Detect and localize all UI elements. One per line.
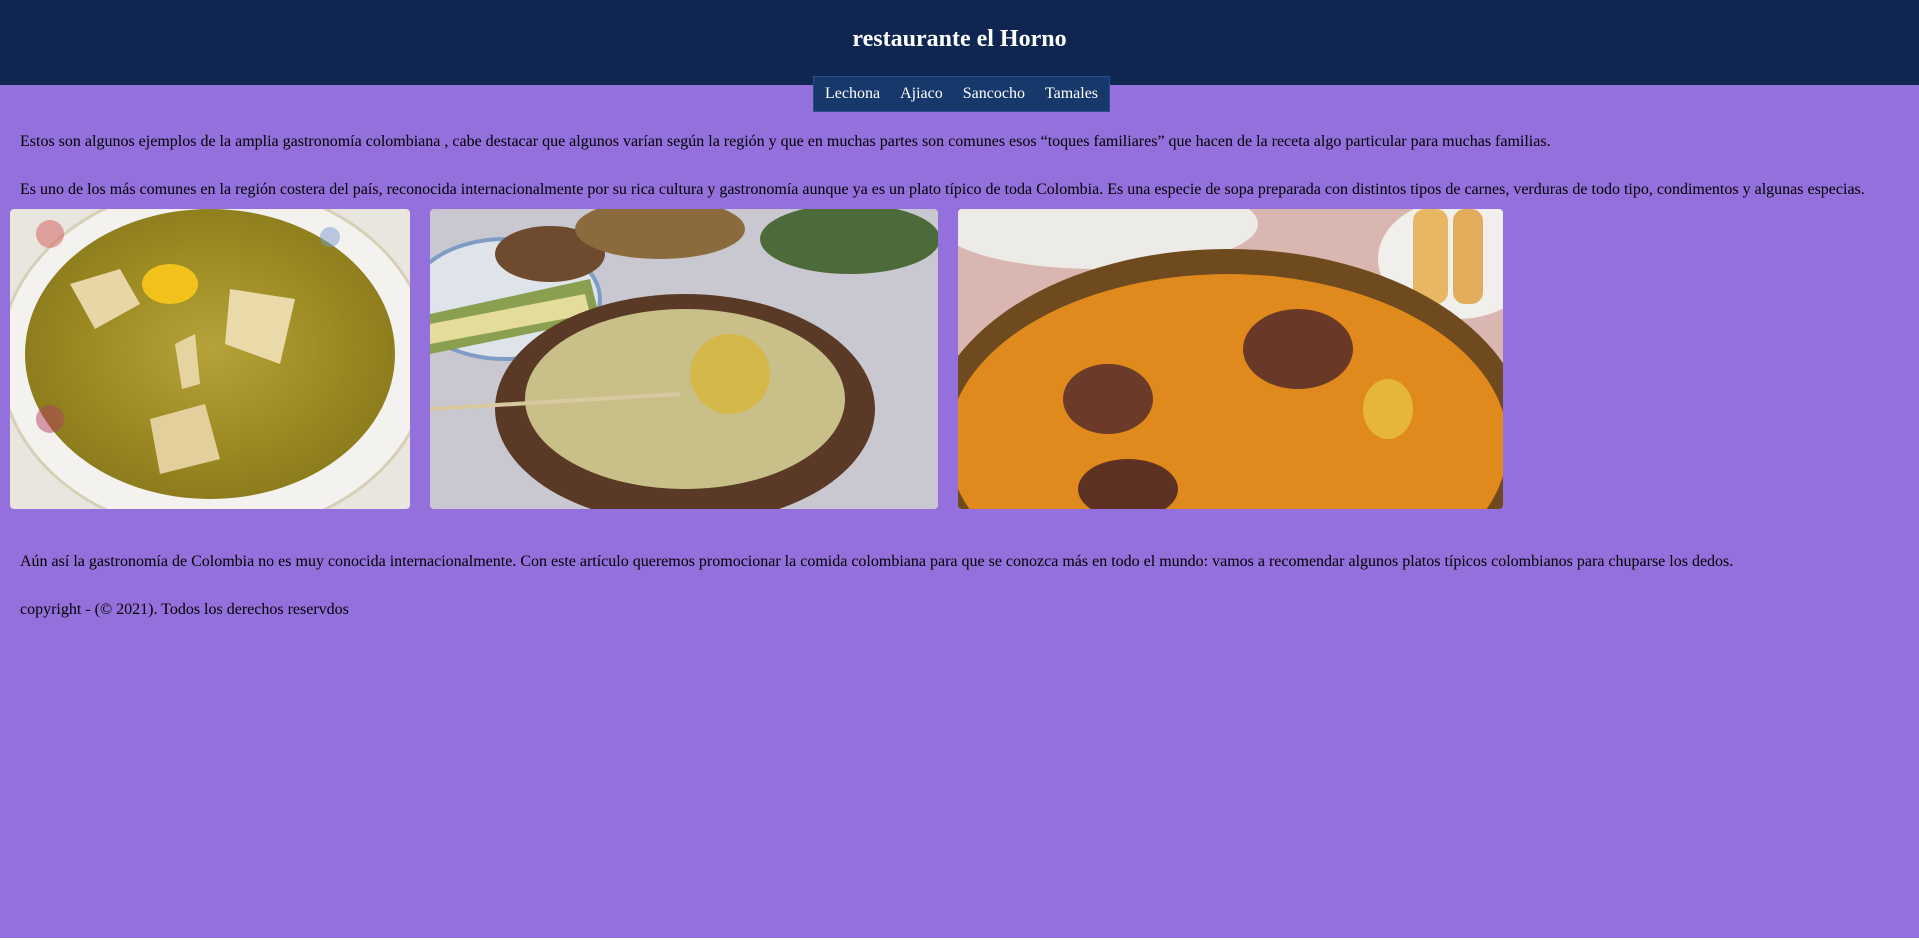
arroz-photo [958,209,1503,509]
main-nav: Lechona Ajiaco Sancocho Tamales [813,76,1111,112]
intro-paragraph: Estos son algunos ejemplos de la amplia … [20,133,1551,150]
site-title: restaurante el Horno [852,26,1067,52]
promo-paragraph: Aún así la gastronomía de Colombia no es… [20,553,1734,570]
description-paragraph: Es uno de los más comunes en la región c… [20,181,1865,198]
sancocho-photo [10,209,410,509]
copyright-text: copyright - (© 2021). Todos los derechos… [20,601,349,618]
nav-link-ajiaco[interactable]: Ajiaco [890,77,953,111]
ajiaco-photo [430,209,938,509]
nav-link-tamales[interactable]: Tamales [1035,77,1108,111]
nav-link-lechona[interactable]: Lechona [815,77,890,111]
site-header: restaurante el Horno [0,0,1919,85]
nav-link-sancocho[interactable]: Sancocho [953,77,1035,111]
